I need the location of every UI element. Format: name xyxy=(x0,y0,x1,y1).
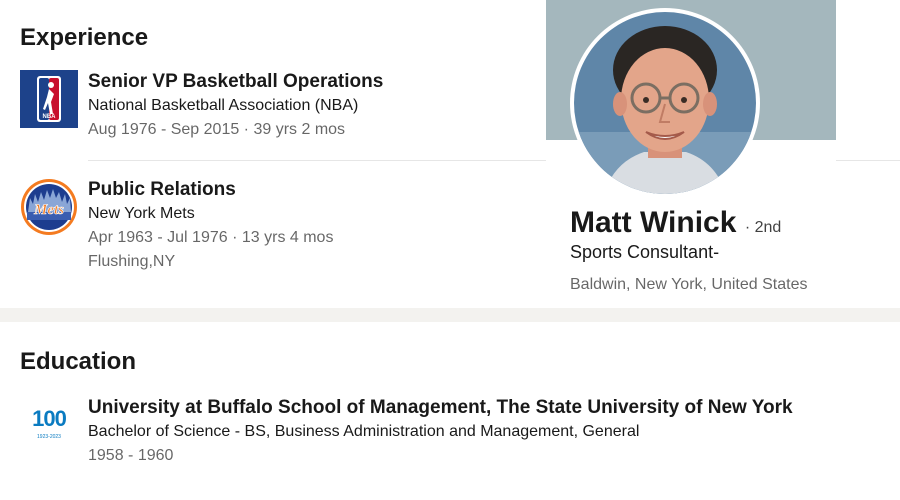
nba-logo[interactable]: NBA xyxy=(20,70,78,128)
education-item-ub[interactable]: 100 1923-2023 University at Buffalo Scho… xyxy=(20,396,880,472)
education-school: University at Buffalo School of Manageme… xyxy=(88,397,793,418)
experience-dates: Aug 1976 - Sep 2015 · 39 yrs 2 mos xyxy=(88,121,346,138)
connection-degree-badge: · 2nd xyxy=(744,219,782,236)
profile-avatar[interactable] xyxy=(570,8,760,198)
education-heading: Education xyxy=(20,348,137,375)
experience-company: National Basketball Association (NBA) xyxy=(88,97,359,114)
mets-logo[interactable]: Mets xyxy=(20,178,78,236)
education-section: Education 100 1923-2023 University at Bu… xyxy=(0,322,900,500)
experience-title: Public Relations xyxy=(88,179,236,200)
education-degree: Bachelor of Science - BS, Business Admin… xyxy=(88,423,640,440)
svg-text:1923-2023: 1923-2023 xyxy=(37,434,61,440)
profile-name-row: Matt Winick · 2nd xyxy=(570,206,781,240)
experience-item-nba[interactable]: NBA Senior VP Basketball Operations Nati… xyxy=(20,70,540,140)
profile-name[interactable]: Matt Winick xyxy=(570,206,736,239)
profile-headline: Sports Consultant- xyxy=(570,242,720,262)
svg-text:100: 100 xyxy=(32,406,66,431)
profile-card: Matt Winick · 2nd Sports Consultant- Bal… xyxy=(546,0,836,300)
experience-heading: Experience xyxy=(20,24,149,51)
experience-location: Flushing,NY xyxy=(88,253,176,270)
experience-dates: Apr 1963 - Jul 1976 · 13 yrs 4 mos xyxy=(88,229,334,246)
profile-location: Baldwin, New York, United States xyxy=(570,276,808,293)
avatar-photo xyxy=(574,12,756,194)
experience-company: New York Mets xyxy=(88,205,195,222)
svg-text:NBA: NBA xyxy=(43,114,57,120)
education-dates: 1958 - 1960 xyxy=(88,447,174,464)
ub-100-logo[interactable]: 100 1923-2023 xyxy=(20,400,78,458)
experience-title: Senior VP Basketball Operations xyxy=(88,71,384,92)
svg-text:Mets: Mets xyxy=(33,202,64,218)
experience-item-mets[interactable]: Mets Public Relations New York Mets Apr … xyxy=(20,178,540,278)
